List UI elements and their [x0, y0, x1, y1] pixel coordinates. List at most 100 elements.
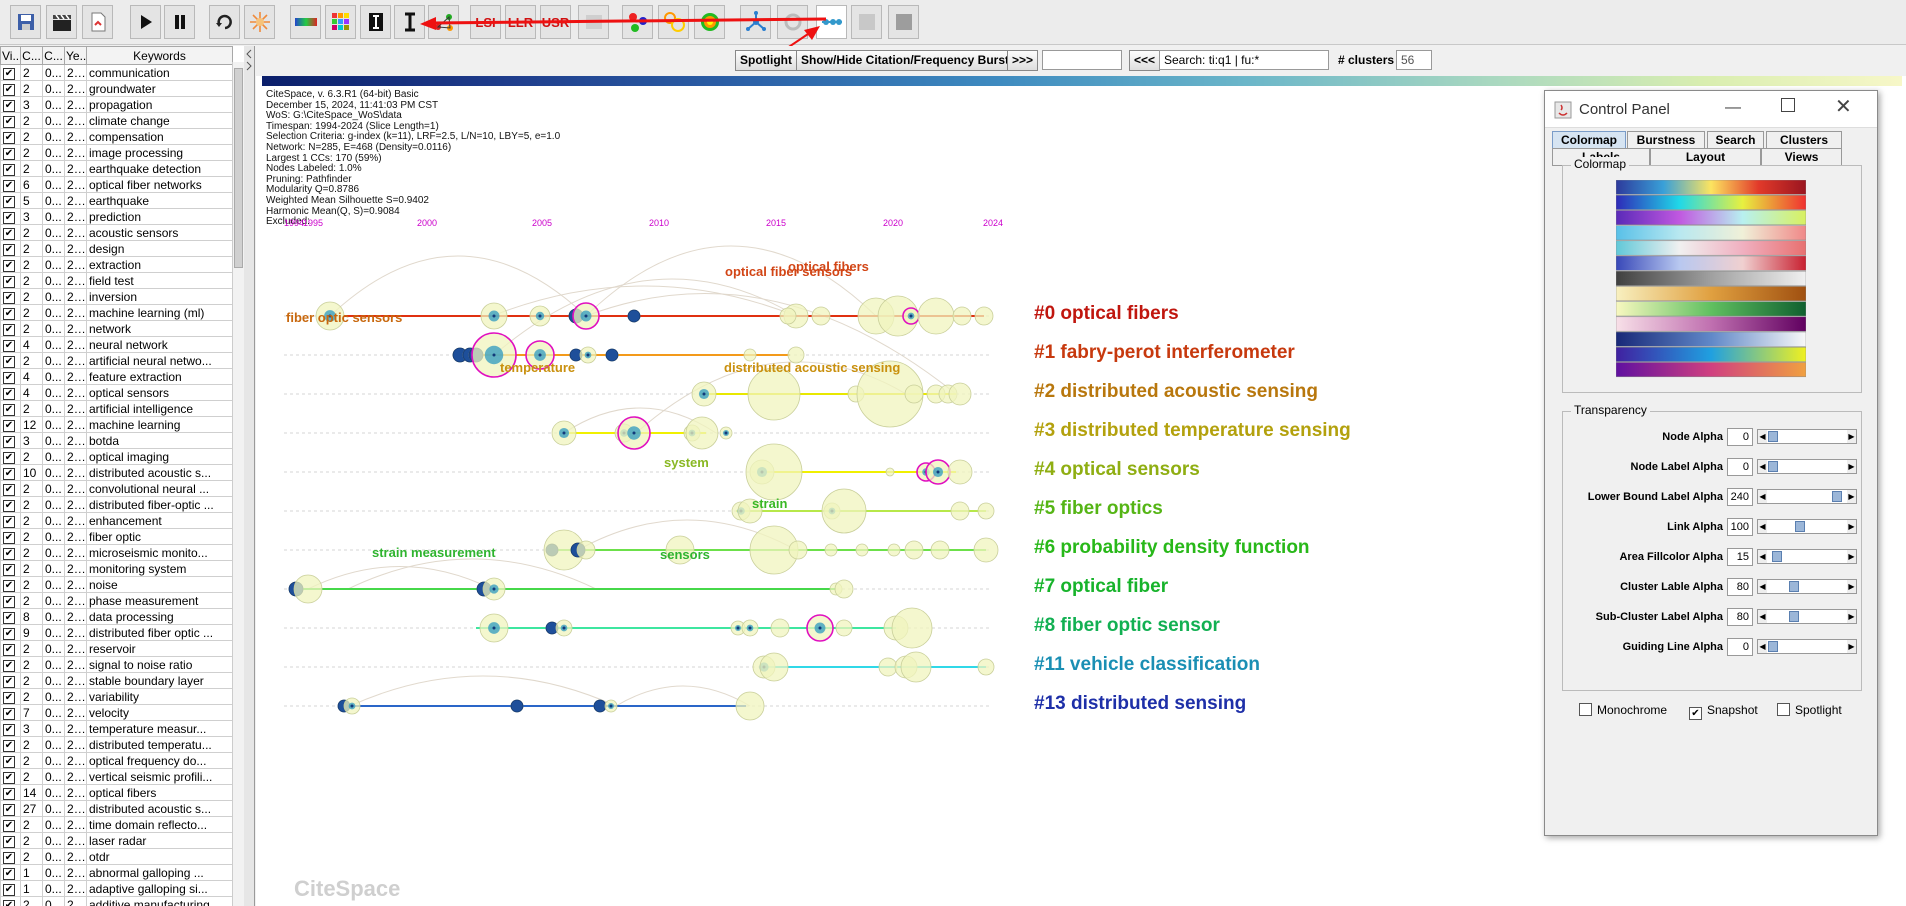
visible-checkbox[interactable]: ✔	[3, 468, 15, 480]
year-input[interactable]	[1042, 50, 1122, 70]
visible-checkbox[interactable]: ✔	[3, 244, 15, 256]
keyword-node[interactable]	[887, 543, 901, 557]
visible-checkbox[interactable]: ✔	[3, 340, 15, 352]
slider-thumb[interactable]	[1768, 431, 1778, 442]
keyword-node[interactable]	[930, 540, 950, 560]
table-row[interactable]: ✔ 60...20...optical fiber networks	[0, 176, 233, 193]
table-row[interactable]: ✔20...20...design	[0, 240, 233, 257]
keyword-node[interactable]	[779, 307, 797, 325]
option-snapshot[interactable]: ✔ Snapshot	[1689, 703, 1758, 720]
table-row[interactable]: ✔20...20...microseismic monito...	[0, 544, 233, 561]
keyword-node[interactable]	[891, 607, 933, 649]
keyword-node[interactable]	[735, 691, 765, 721]
burst-toggle-button[interactable]: Show/Hide Citation/Frequency Burst	[796, 50, 1015, 71]
cluster-label[interactable]: #2 distributed acoustic sensing	[1034, 381, 1318, 403]
visible-cell[interactable]: ✔	[0, 416, 21, 433]
table-row[interactable]: ✔ 10...20...abnormal galloping ...	[0, 864, 233, 881]
slider-left-arrow-icon[interactable]: ◀	[1758, 580, 1767, 593]
visible-cell[interactable]: ✔	[0, 400, 21, 417]
alpha-slider[interactable]: ◀ ▶	[1757, 429, 1857, 444]
visible-cell[interactable]: ✔	[0, 384, 21, 401]
visible-cell[interactable]: ✔	[0, 480, 21, 497]
visible-checkbox[interactable]: ✔	[3, 756, 15, 768]
visible-cell[interactable]: ✔	[0, 96, 21, 113]
next-button[interactable]: >>>	[1007, 50, 1039, 71]
visible-cell[interactable]: ✔	[0, 80, 21, 97]
table-row[interactable]: ✔ 90...20...distributed fiber optic ...	[0, 624, 233, 641]
visible-cell[interactable]: ✔	[0, 896, 21, 906]
alpha-value[interactable]: 0	[1727, 638, 1753, 656]
visible-checkbox[interactable]: ✔	[3, 404, 15, 416]
colormap-swatch[interactable]	[1616, 331, 1806, 347]
keyword-node[interactable]	[904, 384, 924, 404]
visible-cell[interactable]: ✔	[0, 608, 21, 625]
slider-left-arrow-icon[interactable]: ◀	[1758, 430, 1767, 443]
table-row[interactable]: ✔ 40...20...feature extraction	[0, 368, 233, 385]
visible-cell[interactable]: ✔	[0, 656, 21, 673]
alpha-value[interactable]: 15	[1727, 548, 1753, 566]
keyword-node[interactable]	[885, 467, 895, 477]
visible-cell[interactable]: ✔	[0, 192, 21, 209]
visible-checkbox[interactable]: ✔	[3, 612, 15, 624]
visible-cell[interactable]: ✔	[0, 336, 21, 353]
table-row[interactable]: ✔20...20...additive manufacturing	[0, 896, 233, 906]
table-row[interactable]: ✔20...20...noise	[0, 576, 233, 593]
table-row[interactable]: ✔ 140...20...optical fibers	[0, 784, 233, 801]
visible-checkbox[interactable]: ✔	[3, 372, 15, 384]
colormap-swatch[interactable]	[1616, 194, 1806, 210]
slider-left-arrow-icon[interactable]: ◀	[1758, 520, 1767, 533]
visible-checkbox[interactable]: ✔	[3, 628, 15, 640]
tab-search[interactable]: Search	[1707, 131, 1764, 149]
visible-cell[interactable]: ✔	[0, 64, 21, 81]
cluster-label[interactable]: #1 fabry-perot interferometer	[1034, 342, 1295, 364]
visible-cell[interactable]: ✔	[0, 144, 21, 161]
table-row[interactable]: ✔20...20...stable boundary layer	[0, 672, 233, 689]
cluster-label[interactable]: #0 optical fibers	[1034, 303, 1179, 325]
visible-checkbox[interactable]: ✔	[3, 644, 15, 656]
visible-checkbox[interactable]: ✔	[3, 724, 15, 736]
table-row[interactable]: ✔20...20...laser radar	[0, 832, 233, 849]
slider-left-arrow-icon[interactable]: ◀	[1758, 490, 1767, 503]
colormap-swatch[interactable]	[1616, 346, 1806, 362]
slider-right-arrow-icon[interactable]: ▶	[1847, 490, 1856, 503]
alpha-value[interactable]: 240	[1727, 488, 1753, 506]
visible-checkbox[interactable]: ✔	[3, 260, 15, 272]
visible-checkbox[interactable]: ✔	[3, 276, 15, 288]
visible-checkbox[interactable]: ✔	[3, 212, 15, 224]
visible-checkbox[interactable]: ✔	[3, 100, 15, 112]
visible-cell[interactable]: ✔	[0, 544, 21, 561]
slider-thumb[interactable]	[1789, 611, 1799, 622]
visible-checkbox[interactable]: ✔	[3, 820, 15, 832]
keyword-node[interactable]	[821, 488, 867, 534]
visible-checkbox[interactable]: ✔	[3, 324, 15, 336]
table-row[interactable]: ✔20...20...enhancement	[0, 512, 233, 529]
visible-checkbox[interactable]: ✔	[3, 596, 15, 608]
table-row[interactable]: ✔20...20...image processing	[0, 144, 233, 161]
checkbox[interactable]	[1777, 703, 1790, 716]
cluster-label[interactable]: #8 fiber optic sensor	[1034, 615, 1220, 637]
slider-right-arrow-icon[interactable]: ▶	[1847, 550, 1856, 563]
visible-cell[interactable]: ✔	[0, 240, 21, 257]
visible-checkbox[interactable]: ✔	[3, 196, 15, 208]
colormap-swatch[interactable]	[1616, 286, 1806, 302]
keyword-node[interactable]	[948, 382, 972, 406]
keyword-node[interactable]	[834, 579, 854, 599]
col-count[interactable]: C...	[20, 46, 43, 65]
tab-views[interactable]: Views	[1761, 148, 1842, 166]
alpha-slider[interactable]: ◀ ▶	[1757, 579, 1857, 594]
option-spotlight[interactable]: Spotlight	[1777, 703, 1842, 717]
colormap-swatch[interactable]	[1616, 240, 1806, 256]
visible-cell[interactable]: ✔	[0, 304, 21, 321]
scrollbar-thumb[interactable]	[234, 68, 243, 268]
visible-checkbox[interactable]: ✔	[3, 548, 15, 560]
visible-checkbox[interactable]: ✔	[3, 452, 15, 464]
visible-cell[interactable]: ✔	[0, 672, 21, 689]
visible-cell[interactable]: ✔	[0, 720, 21, 737]
alpha-value[interactable]: 80	[1727, 608, 1753, 626]
slider-thumb[interactable]	[1768, 461, 1778, 472]
table-row[interactable]: ✔20...20...distributed fiber-optic ...	[0, 496, 233, 513]
visible-cell[interactable]: ✔	[0, 128, 21, 145]
keyword-node[interactable]	[759, 652, 789, 682]
visible-checkbox[interactable]: ✔	[3, 436, 15, 448]
table-row[interactable]: ✔ 100...20...distributed acoustic s...	[0, 464, 233, 481]
